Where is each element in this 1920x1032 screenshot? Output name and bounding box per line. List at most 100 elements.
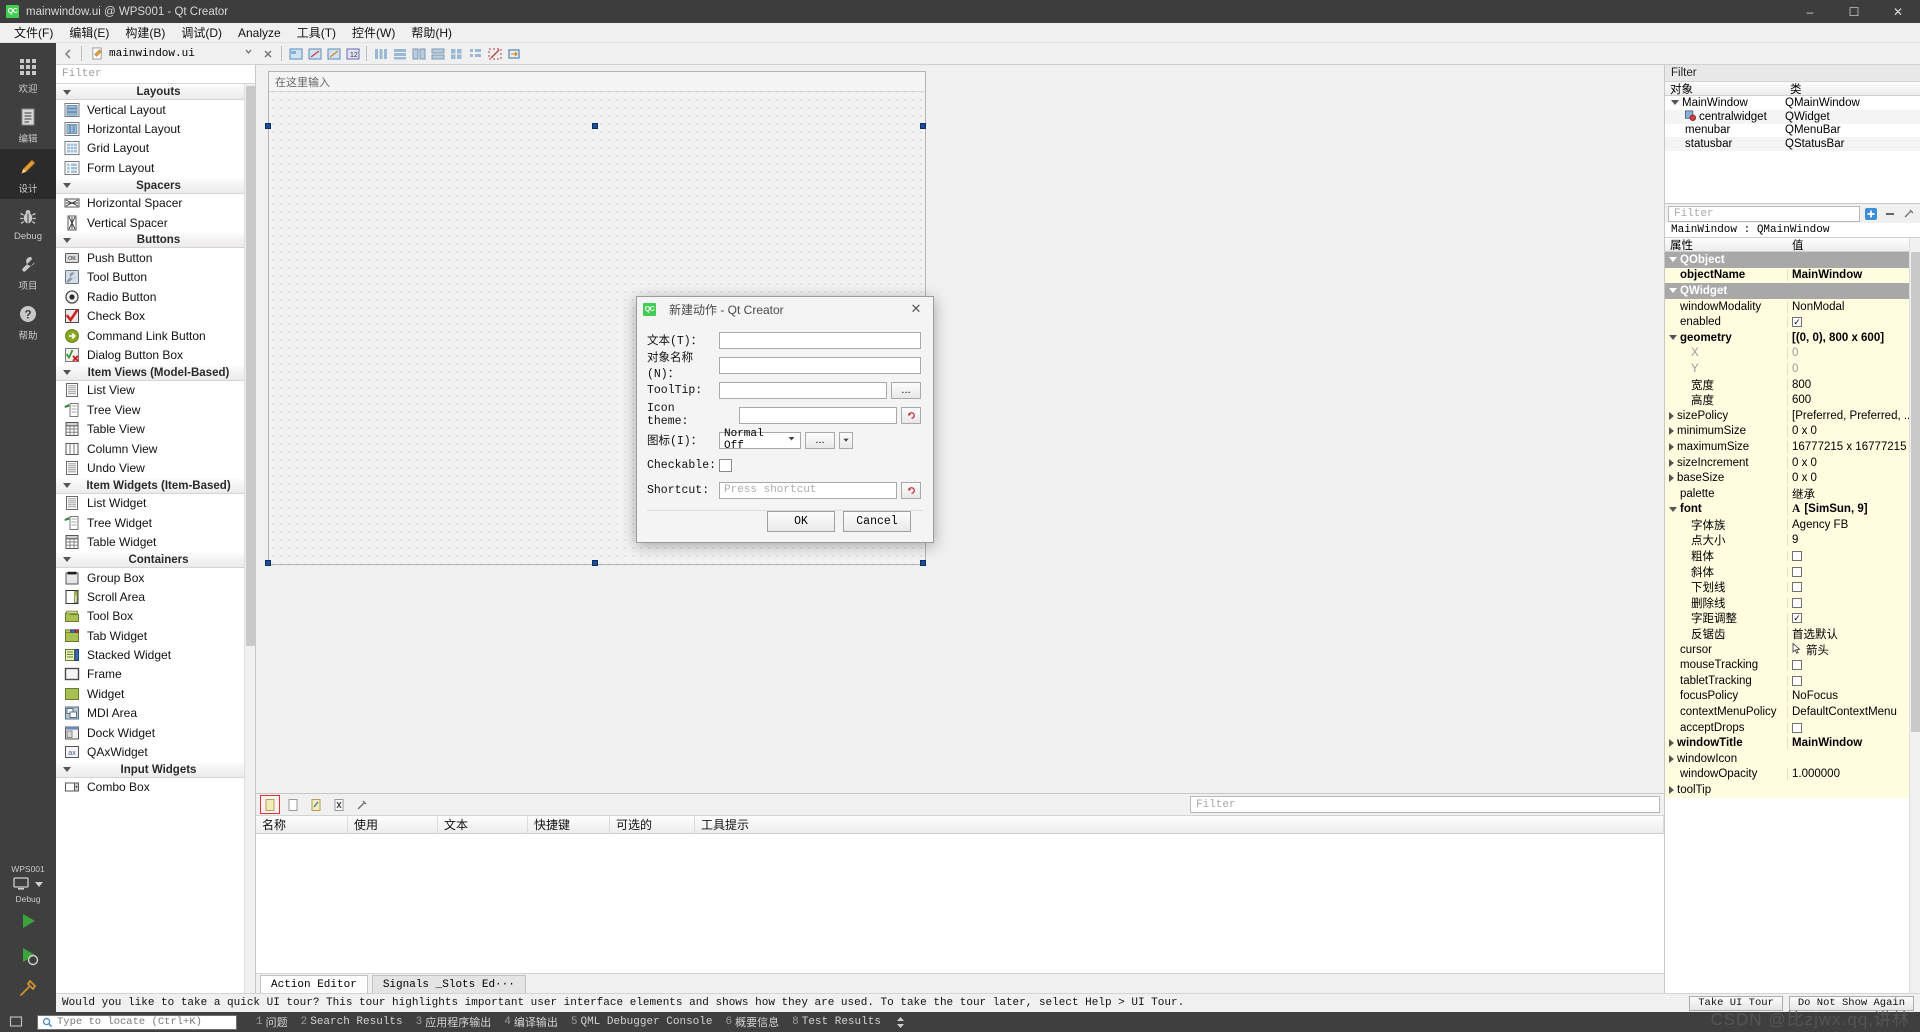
selection-handle-top-center[interactable] [592, 123, 598, 129]
output-pane-8[interactable]: 8 Test Results [792, 1016, 881, 1028]
mode-help[interactable]: ? 帮助 [0, 296, 56, 346]
property-value-cell[interactable] [1787, 675, 1920, 686]
property-row[interactable]: Y0 [1665, 361, 1920, 377]
close-document-icon[interactable] [259, 45, 276, 62]
menu-help[interactable]: 帮助(H) [403, 22, 460, 43]
icon-theme-reset-button[interactable] [901, 406, 921, 424]
widget-item-grid-layout[interactable]: Grid Layout [56, 139, 255, 158]
icon-state-combo[interactable]: Normal Off [719, 428, 801, 452]
selection-handle-top-right[interactable] [920, 123, 926, 129]
property-scrollbar[interactable] [1909, 238, 1920, 993]
property-row[interactable]: 宽度 800 [1665, 376, 1920, 393]
property-checkbox[interactable] [1792, 597, 1802, 608]
property-row[interactable]: 字体族 Agency FB [1665, 517, 1920, 533]
widget-category-spacers[interactable]: Spacers [56, 177, 255, 194]
chevron-down-icon[interactable] [1669, 506, 1677, 512]
property-value-cell[interactable]: 800 [1787, 378, 1920, 391]
chevron-right-icon[interactable] [1669, 785, 1674, 794]
output-pane-3[interactable]: 3 应用程序输出 [416, 1014, 492, 1030]
chevron-right-icon[interactable] [1669, 411, 1674, 420]
widget-category-item-widgets-item-based[interactable]: Item Widgets (Item-Based) [56, 477, 255, 494]
widget-item-group-box[interactable]: Group Box [56, 568, 255, 587]
property-value-cell[interactable]: ✓ [1787, 613, 1920, 624]
property-row[interactable]: font A [SimSun, 9] [1665, 501, 1920, 518]
property-value-cell[interactable]: 9 [1787, 534, 1920, 547]
widget-item-radio-button[interactable]: Radio Button [56, 287, 255, 306]
icon-theme-field-input[interactable] [739, 406, 897, 424]
output-pane-2[interactable]: 2 Search Results [301, 1016, 403, 1028]
property-row[interactable]: windowModality NonModal [1665, 298, 1920, 315]
property-row[interactable]: windowOpacity 1.000000 [1665, 766, 1920, 783]
widget-item-widget[interactable]: Widget [56, 684, 255, 703]
object-tree-row[interactable]: centralwidget QWidget [1665, 109, 1920, 124]
object-tree-row[interactable]: menubar QMenuBar [1665, 124, 1920, 138]
property-row[interactable]: 粗体 [1665, 548, 1920, 564]
property-row[interactable]: X0 [1665, 345, 1920, 362]
widget-item-table-view[interactable]: Table View [56, 419, 255, 438]
chevron-right-icon[interactable] [1669, 458, 1674, 467]
property-row[interactable]: baseSize 0 x 0 [1665, 470, 1920, 486]
widget-item-column-view[interactable]: Column View [56, 439, 255, 458]
property-row[interactable]: 斜体 [1665, 563, 1920, 580]
property-row[interactable]: sizeIncrement 0 x 0 [1665, 454, 1920, 471]
configure-icon[interactable] [352, 795, 372, 814]
output-pane-1[interactable]: 1 问题 [256, 1014, 288, 1030]
chevron-down-icon[interactable] [1669, 288, 1677, 294]
property-checkbox[interactable] [1792, 582, 1802, 593]
property-row[interactable]: enabled ✓ [1665, 314, 1920, 330]
property-row[interactable]: acceptDrops [1665, 719, 1920, 736]
text-field-input[interactable] [719, 331, 921, 349]
chevron-right-icon[interactable] [1669, 474, 1674, 483]
property-checkbox[interactable] [1792, 675, 1802, 686]
run-button[interactable] [0, 904, 56, 938]
property-row[interactable]: cursor 箭头 [1665, 641, 1920, 658]
property-value-cell[interactable]: 0 [1787, 347, 1920, 360]
property-value-cell[interactable]: 600 [1787, 394, 1920, 407]
property-row[interactable]: palette 继承 [1665, 485, 1920, 502]
layout-horizontally-icon[interactable] [372, 45, 389, 62]
property-row[interactable]: QObject [1665, 252, 1920, 268]
widget-item-dock-widget[interactable]: Dock Widget [56, 723, 255, 742]
property-filter-input[interactable]: Filter [1668, 205, 1860, 222]
bottom-tab-action-editor[interactable]: Action Editor [260, 975, 368, 993]
chevron-down-icon[interactable] [1669, 335, 1677, 341]
widget-item-qaxwidget[interactable]: ax QAxWidget [56, 742, 255, 761]
action-column-header[interactable]: 名称 [256, 816, 348, 833]
widget-item-stacked-widget[interactable]: Stacked Widget [56, 645, 255, 664]
property-value-cell[interactable]: 0 x 0 [1787, 472, 1920, 485]
property-checkbox[interactable] [1792, 566, 1802, 577]
property-row[interactable]: 反锯齿 首选默认 [1665, 626, 1920, 643]
selection-handle-bottom-left[interactable] [265, 560, 271, 566]
property-row[interactable]: 下划线 [1665, 579, 1920, 596]
property-row[interactable]: contextMenuPolicy DefaultContextMenu [1665, 704, 1920, 720]
widget-item-tool-box[interactable]: Tool Box [56, 607, 255, 626]
copy-action-icon[interactable] [283, 795, 303, 814]
widget-item-horizontal-spacer[interactable]: Horizontal Spacer [56, 194, 255, 213]
kit-selector[interactable]: WPS001 Debug [0, 864, 56, 1012]
property-value-cell[interactable]: ✓ [1787, 317, 1920, 328]
delete-action-icon[interactable] [329, 795, 349, 814]
widget-category-buttons[interactable]: Buttons [56, 232, 255, 249]
selection-handle-top-left[interactable] [265, 123, 271, 129]
widget-item-tree-widget[interactable]: Tree Widget [56, 513, 255, 532]
property-value-cell[interactable]: 0 [1787, 362, 1920, 375]
property-row[interactable]: maximumSize 16777215 x 16777215 [1665, 439, 1920, 455]
property-row[interactable]: 点大小 9 [1665, 532, 1920, 549]
checkable-checkbox[interactable] [719, 458, 732, 472]
action-table-body[interactable] [256, 834, 1664, 973]
new-action-icon[interactable] [260, 795, 280, 814]
break-layout-icon[interactable] [486, 45, 503, 62]
menu-window[interactable]: 控件(W) [344, 22, 403, 43]
tooltip-browse-button[interactable]: ... [891, 381, 921, 399]
widget-item-list-widget[interactable]: List Widget [56, 494, 255, 513]
property-row[interactable]: mouseTracking [1665, 657, 1920, 674]
widget-item-tool-button[interactable]: Tool Button [56, 268, 255, 287]
widget-item-vertical-layout[interactable]: Vertical Layout [56, 100, 255, 119]
widget-item-command-link-button[interactable]: Command Link Button [56, 326, 255, 345]
widget-item-tab-widget[interactable]: Tab Widget [56, 626, 255, 645]
property-value-cell[interactable]: A [SimSun, 9] [1787, 503, 1920, 516]
output-pane-chevron-icon[interactable] [896, 1016, 905, 1029]
property-column-header[interactable]: 属性 [1665, 238, 1787, 252]
output-pane-toggle-icon[interactable] [8, 1014, 24, 1030]
property-column-header[interactable]: 值 [1787, 238, 1920, 252]
